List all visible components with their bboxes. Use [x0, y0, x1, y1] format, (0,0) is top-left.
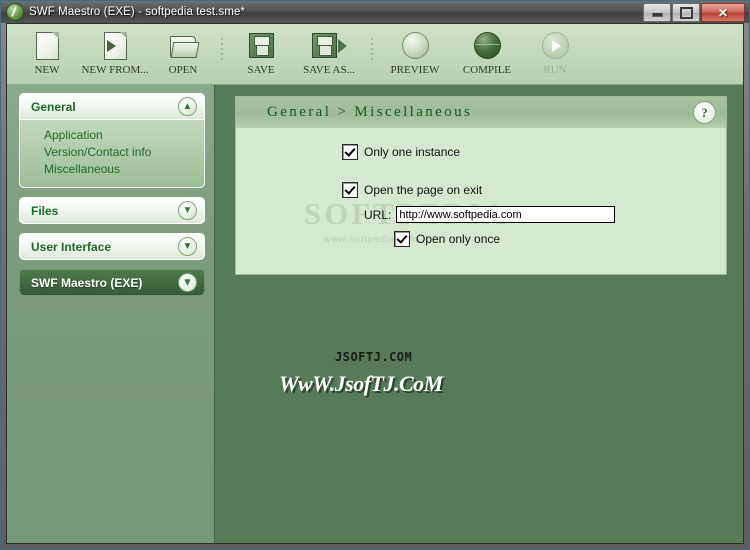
label-url: URL: — [364, 207, 392, 222]
toolbar-button-save-as[interactable]: SAVE AS... — [293, 24, 365, 82]
field-open-page-on-exit[interactable]: Open the page on exit — [236, 182, 726, 198]
title-bar: SWF Maestro (EXE) - softpedia test.sme* … — [1, 1, 749, 23]
checkbox-open-page-on-exit[interactable] — [342, 182, 358, 198]
help-icon[interactable]: ? — [693, 101, 716, 124]
toolbar-label: PREVIEW — [390, 64, 440, 76]
field-url: URL: — [236, 206, 726, 223]
toolbar-separator — [365, 24, 379, 82]
sidebar-group-body-general: Application Version/Contact info Miscell… — [19, 120, 205, 188]
sidebar-group-header-general[interactable]: General ▲ — [19, 93, 205, 120]
label-only-one-instance: Only one instance — [364, 145, 461, 159]
sidebar-group-label: User Interface — [31, 239, 112, 254]
chevron-down-icon[interactable]: ▼ — [178, 237, 197, 256]
panel-body: SOFTPEDIATM www.softpedia.com Only one i… — [236, 128, 726, 274]
sidebar-group-header-user-interface[interactable]: User Interface ▼ — [19, 233, 205, 260]
toolbar-label: NEW FROM... — [81, 64, 149, 76]
label-open-only-once: Open only once — [416, 232, 501, 246]
workspace: General ▲ Application Version/Contact in… — [7, 85, 743, 543]
swf-maestro-icon — [6, 3, 24, 21]
close-icon: ✕ — [717, 5, 729, 20]
sidebar-group-label: SWF Maestro (EXE) — [31, 275, 143, 290]
toolbar-label: SAVE — [247, 64, 275, 76]
toolbar-button-preview[interactable]: PREVIEW — [379, 24, 451, 82]
sidebar-group-header-files[interactable]: Files ▼ — [19, 197, 205, 224]
sidebar-group-label: General — [31, 99, 76, 114]
run-play-icon — [541, 30, 569, 61]
close-button[interactable]: ✕ — [701, 3, 745, 22]
chevron-down-icon[interactable]: ▼ — [178, 273, 197, 292]
new-document-icon — [35, 30, 59, 61]
jsoftj-watermark-small: JSOFTJ.COM — [335, 350, 413, 364]
preview-sphere-icon — [401, 30, 429, 61]
toolbar-label: COMPILE — [462, 64, 512, 76]
toolbar-button-compile[interactable]: COMPILE — [451, 24, 523, 82]
window-title: SWF Maestro (EXE) - softpedia test.sme* — [29, 6, 246, 18]
checkbox-open-only-once[interactable] — [394, 231, 410, 247]
toolbar-button-new[interactable]: NEW — [15, 24, 79, 82]
compile-sphere-icon — [473, 30, 501, 61]
new-from-template-icon — [103, 30, 127, 61]
main-toolbar: NEW NEW FROM... OPEN SAVE SAVE AS... PRE… — [7, 24, 743, 85]
window-client-area: NEW NEW FROM... OPEN SAVE SAVE AS... PRE… — [6, 23, 744, 544]
toolbar-label: NEW — [34, 64, 60, 76]
toolbar-label: OPEN — [168, 64, 198, 76]
maximize-button[interactable] — [672, 3, 700, 22]
save-as-floppy-icon — [311, 30, 347, 61]
toolbar-button-run[interactable]: RUN — [523, 24, 587, 82]
toolbar-label: SAVE AS... — [303, 64, 355, 76]
sidebar-item-miscellaneous[interactable]: Miscellaneous — [44, 161, 204, 178]
url-input[interactable] — [396, 206, 616, 223]
maximize-icon — [679, 6, 693, 19]
panel-header: General > Miscellaneous ? — [236, 97, 726, 128]
sidebar-group-user-interface: User Interface ▼ — [19, 233, 205, 260]
label-open-page-on-exit: Open the page on exit — [364, 183, 483, 197]
field-only-one-instance[interactable]: Only one instance — [236, 144, 726, 160]
window-controls: ✕ — [643, 3, 745, 22]
navigation-sidebar: General ▲ Application Version/Contact in… — [7, 85, 215, 543]
breadcrumb: General > Miscellaneous — [267, 104, 473, 120]
jsoftj-watermark-large: WwW.JsofTJ.CoM — [279, 371, 443, 396]
application-window: SWF Maestro (EXE) - softpedia test.sme* … — [0, 0, 750, 550]
chevron-down-icon[interactable]: ▼ — [178, 201, 197, 220]
settings-panel: General > Miscellaneous ? SOFTPEDIATM ww… — [235, 96, 727, 275]
save-floppy-icon — [248, 30, 274, 61]
minimize-icon — [651, 13, 663, 17]
toolbar-label: RUN — [543, 64, 567, 76]
sidebar-group-header-swf-maestro-exe[interactable]: SWF Maestro (EXE) ▼ — [19, 269, 205, 296]
checkbox-only-one-instance[interactable] — [342, 144, 358, 160]
sidebar-group-label: Files — [31, 203, 59, 218]
toolbar-button-new-from[interactable]: NEW FROM... — [79, 24, 151, 82]
sidebar-group-swf-maestro-exe: SWF Maestro (EXE) ▼ — [19, 269, 205, 296]
sidebar-item-version-contact-info[interactable]: Version/Contact info — [44, 144, 204, 161]
minimize-button[interactable] — [643, 3, 671, 22]
sidebar-item-application[interactable]: Application — [44, 127, 204, 144]
chevron-up-icon[interactable]: ▲ — [178, 97, 197, 116]
toolbar-button-save[interactable]: SAVE — [229, 24, 293, 82]
open-folder-icon — [169, 30, 199, 61]
sidebar-group-files: Files ▼ — [19, 197, 205, 224]
field-open-only-once[interactable]: Open only once — [236, 231, 726, 247]
sidebar-group-general: General ▲ Application Version/Contact in… — [19, 93, 205, 188]
toolbar-button-open[interactable]: OPEN — [151, 24, 215, 82]
toolbar-separator — [215, 24, 229, 82]
